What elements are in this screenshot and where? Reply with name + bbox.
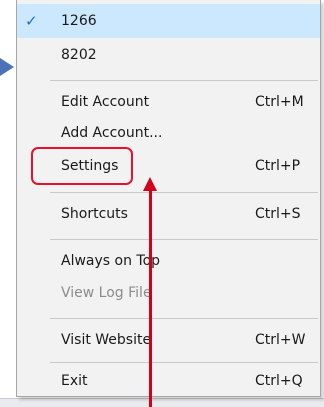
menu-item-label: Exit (61, 373, 88, 389)
menu-item-shortcuts[interactable]: Shortcuts Ctrl+S (17, 197, 320, 231)
menu-item-edit-account[interactable]: Edit Account Ctrl+M (17, 85, 320, 119)
menu-separator (50, 80, 318, 81)
menu-item-shortcut: Ctrl+Q (255, 373, 303, 389)
menu-item-label: Always on Top (61, 253, 161, 269)
menu-item-add-account[interactable]: Add Account... (17, 116, 320, 150)
menu-item-shortcut: Ctrl+M (255, 94, 304, 110)
annotation-arrow-shaft (149, 190, 152, 407)
menu-item-label: View Log File (61, 285, 152, 301)
menu-item-exit[interactable]: Exit Ctrl+Q (17, 364, 320, 398)
checkmark-icon: ✓ (25, 12, 38, 30)
red-up-arrow-icon (143, 177, 157, 191)
settings-highlight-box (31, 147, 133, 185)
menu-item-view-log-file: View Log File (17, 276, 320, 310)
menu-item-account-8202[interactable]: 8202 (17, 38, 320, 72)
menu-separator (50, 239, 318, 240)
menu-item-label: Edit Account (61, 94, 150, 110)
taskbar-strip (0, 398, 324, 407)
menu-item-shortcut: Ctrl+S (255, 206, 301, 222)
blue-right-arrow-icon (0, 58, 14, 76)
context-menu: ✓ 1266 8202 Edit Account Ctrl+M Add Acco… (16, 0, 321, 397)
menu-item-shortcut: Ctrl+P (255, 158, 301, 174)
menu-item-always-on-top[interactable]: Always on Top (17, 244, 320, 278)
screenshot-stage: ✓ 1266 8202 Edit Account Ctrl+M Add Acco… (0, 0, 324, 407)
menu-item-label: Visit Website (61, 332, 152, 348)
menu-item-label: 8202 (61, 47, 97, 63)
menu-item-label: 1266 (61, 13, 97, 29)
menu-separator (50, 192, 318, 193)
menu-item-account-1266[interactable]: ✓ 1266 (17, 4, 320, 38)
menu-item-label: Add Account... (61, 125, 163, 141)
menu-item-visit-website[interactable]: Visit Website Ctrl+W (17, 323, 320, 357)
menu-separator (50, 318, 318, 319)
menu-separator (50, 362, 318, 363)
menu-item-label: Shortcuts (61, 206, 128, 222)
menu-item-shortcut: Ctrl+W (255, 332, 306, 348)
